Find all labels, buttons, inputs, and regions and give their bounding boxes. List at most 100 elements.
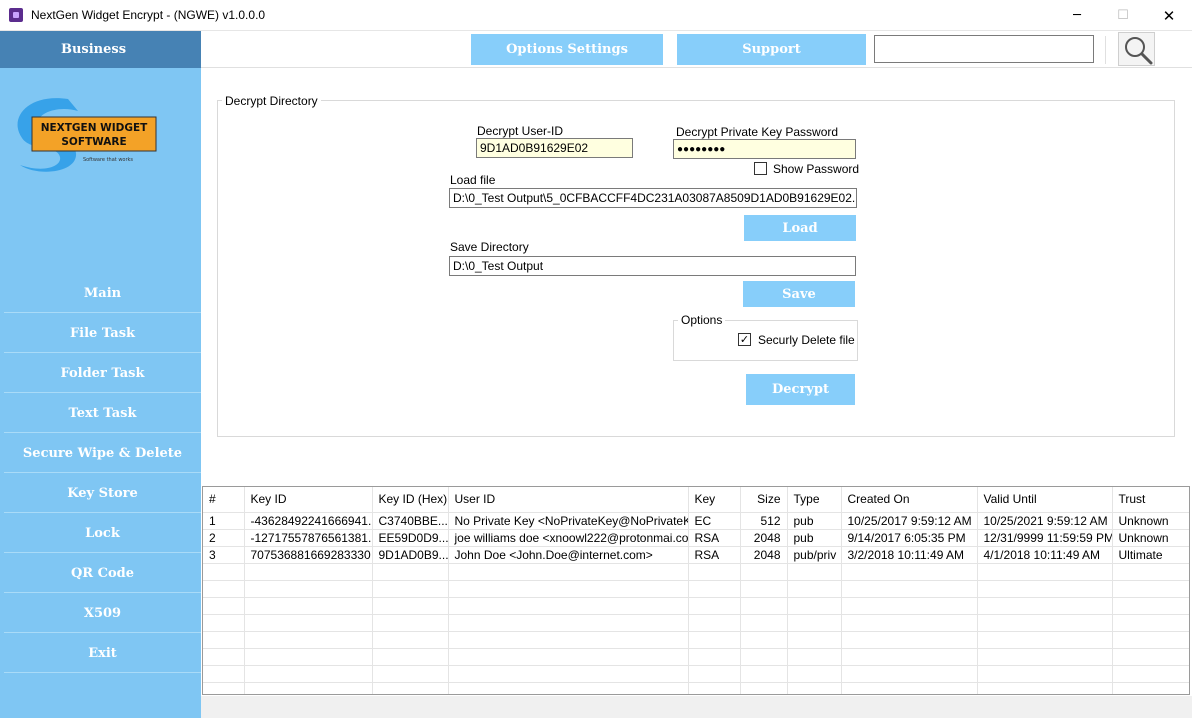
- nav-main[interactable]: Main: [4, 274, 201, 313]
- nav-file-task[interactable]: File Task: [4, 314, 201, 353]
- cell-created-on: 3/2/2018 10:11:49 AM: [841, 546, 978, 564]
- cell-type: pub/priv: [787, 546, 842, 564]
- nav-text-task[interactable]: Text Task: [4, 394, 201, 433]
- table-header-row: # Key ID Key ID (Hex) User ID Key Size T…: [203, 487, 1189, 513]
- table-row[interactable]: 2 -12717557876561381... EE59D0D9... joe …: [203, 529, 1189, 547]
- cell-trust: Unknown: [1112, 529, 1189, 547]
- save-button[interactable]: Save: [743, 281, 855, 307]
- empty-row: [203, 563, 1189, 581]
- column-header-trust[interactable]: Trust: [1112, 487, 1189, 513]
- column-header-created-on[interactable]: Created On: [841, 487, 978, 513]
- toolbar-divider: [1105, 36, 1106, 64]
- cell-user-id: No Private Key <NoPrivateKey@NoPrivateKe…: [448, 512, 689, 530]
- support-button[interactable]: Support: [677, 34, 866, 65]
- empty-row: [203, 631, 1189, 649]
- nav-lock[interactable]: Lock: [4, 514, 201, 553]
- user-id-label: Decrypt User-ID: [477, 124, 564, 138]
- close-button[interactable]: ✕: [1146, 0, 1192, 31]
- nav-folder-task[interactable]: Folder Task: [4, 354, 201, 393]
- app-icon: [9, 8, 23, 22]
- secure-delete-checkbox[interactable]: ✓: [738, 333, 751, 346]
- cell-user-id: joe williams doe <xnoowl222@protonmai.co…: [448, 529, 689, 547]
- title-bar: NextGen Widget Encrypt - (NGWE) v1.0.0.0…: [0, 0, 1192, 31]
- maximize-button[interactable]: ☐: [1100, 0, 1146, 31]
- svg-text:NEXTGEN WIDGET: NEXTGEN WIDGET: [41, 122, 148, 134]
- cell-user-id: John Doe <John.Doe@internet.com>: [448, 546, 689, 564]
- cell-key: RSA: [688, 546, 741, 564]
- cell-trust: Unknown: [1112, 512, 1189, 530]
- cell-type: pub: [787, 512, 842, 530]
- empty-row: [203, 648, 1189, 666]
- company-logo: NEXTGEN WIDGET SOFTWARE Software that wo…: [17, 98, 157, 172]
- cell-size: 2048: [740, 546, 788, 564]
- search-input[interactable]: [874, 35, 1094, 63]
- cell-trust: Ultimate: [1112, 546, 1189, 564]
- show-password-checkbox[interactable]: [754, 162, 767, 175]
- options-title: Options: [678, 313, 726, 327]
- user-id-field[interactable]: 9D1AD0B91629E02: [476, 138, 633, 158]
- sidebar: Business NEXTGEN WIDGET SOFTWARE Softwar…: [0, 31, 201, 718]
- column-header-key-id-hex[interactable]: Key ID (Hex): [372, 487, 449, 513]
- column-header-key-id[interactable]: Key ID: [244, 487, 373, 513]
- load-file-field[interactable]: D:\0_Test Output\5_0CFBACCFF4DC231A03087…: [449, 188, 857, 208]
- column-header-key[interactable]: Key: [688, 487, 741, 513]
- table-row[interactable]: 1 -43628492241666941... C3740BBE... No P…: [203, 512, 1189, 530]
- decrypt-directory-title: Decrypt Directory: [222, 94, 321, 108]
- nav-secure-wipe-delete[interactable]: Secure Wipe & Delete: [4, 434, 201, 473]
- save-directory-label: Save Directory: [450, 240, 529, 254]
- cell-index: 2: [203, 529, 245, 547]
- cell-size: 512: [740, 512, 788, 530]
- options-settings-button[interactable]: Options Settings: [471, 34, 663, 65]
- svg-text:Software that works: Software that works: [83, 157, 133, 163]
- empty-row: [203, 665, 1189, 683]
- cell-index: 1: [203, 512, 245, 530]
- cell-valid-until: 12/31/9999 11:59:59 PM: [977, 529, 1113, 547]
- keys-table[interactable]: # Key ID Key ID (Hex) User ID Key Size T…: [202, 486, 1190, 695]
- column-header-type[interactable]: Type: [787, 487, 842, 513]
- sidebar-header[interactable]: Business: [0, 31, 201, 68]
- nav-key-store[interactable]: Key Store: [4, 474, 201, 513]
- column-header-user-id[interactable]: User ID: [448, 487, 689, 513]
- column-header-valid-until[interactable]: Valid Until: [977, 487, 1113, 513]
- cell-valid-until: 10/25/2021 9:59:12 AM: [977, 512, 1113, 530]
- empty-row: [203, 597, 1189, 615]
- column-header-index[interactable]: #: [203, 487, 245, 513]
- nav-x509[interactable]: X509: [4, 594, 201, 633]
- toolbar-separator: [201, 67, 1192, 68]
- load-file-label: Load file: [450, 173, 496, 187]
- cell-key-id-hex: 9D1AD0B9...: [372, 546, 449, 564]
- minimize-button[interactable]: ─: [1054, 0, 1100, 31]
- nav-exit[interactable]: Exit: [4, 634, 201, 673]
- decrypt-button[interactable]: Decrypt: [746, 374, 855, 405]
- show-password-label: Show Password: [773, 162, 860, 176]
- cell-key-id-hex: EE59D0D9...: [372, 529, 449, 547]
- svg-text:SOFTWARE: SOFTWARE: [61, 136, 126, 148]
- status-bar: [201, 696, 1192, 718]
- password-label: Decrypt Private Key Password: [676, 125, 839, 139]
- load-button[interactable]: Load: [744, 215, 856, 241]
- empty-row: [203, 580, 1189, 598]
- save-directory-field[interactable]: D:\0_Test Output: [449, 256, 856, 276]
- cell-key: EC: [688, 512, 741, 530]
- cell-key-id: -43628492241666941...: [244, 512, 373, 530]
- cell-key: RSA: [688, 529, 741, 547]
- table-row[interactable]: 3 707536881669283330 9D1AD0B9... John Do…: [203, 546, 1189, 564]
- search-icon: [1125, 37, 1153, 65]
- window-title: NextGen Widget Encrypt - (NGWE) v1.0.0.0: [31, 8, 266, 22]
- cell-key-id-hex: C3740BBE...: [372, 512, 449, 530]
- secure-delete-label: Securly Delete file: [758, 333, 855, 347]
- empty-row: [203, 614, 1189, 632]
- cell-key-id: 707536881669283330: [244, 546, 373, 564]
- cell-created-on: 9/14/2017 6:05:35 PM: [841, 529, 978, 547]
- cell-created-on: 10/25/2017 9:59:12 AM: [841, 512, 978, 530]
- cell-valid-until: 4/1/2018 10:11:49 AM: [977, 546, 1113, 564]
- password-field[interactable]: ●●●●●●●●: [673, 139, 856, 159]
- cell-index: 3: [203, 546, 245, 564]
- nav-qr-code[interactable]: QR Code: [4, 554, 201, 593]
- empty-row: [203, 682, 1189, 694]
- search-button[interactable]: [1118, 32, 1155, 66]
- cell-key-id: -12717557876561381...: [244, 529, 373, 547]
- column-header-size[interactable]: Size: [740, 487, 788, 513]
- cell-type: pub: [787, 529, 842, 547]
- cell-size: 2048: [740, 529, 788, 547]
